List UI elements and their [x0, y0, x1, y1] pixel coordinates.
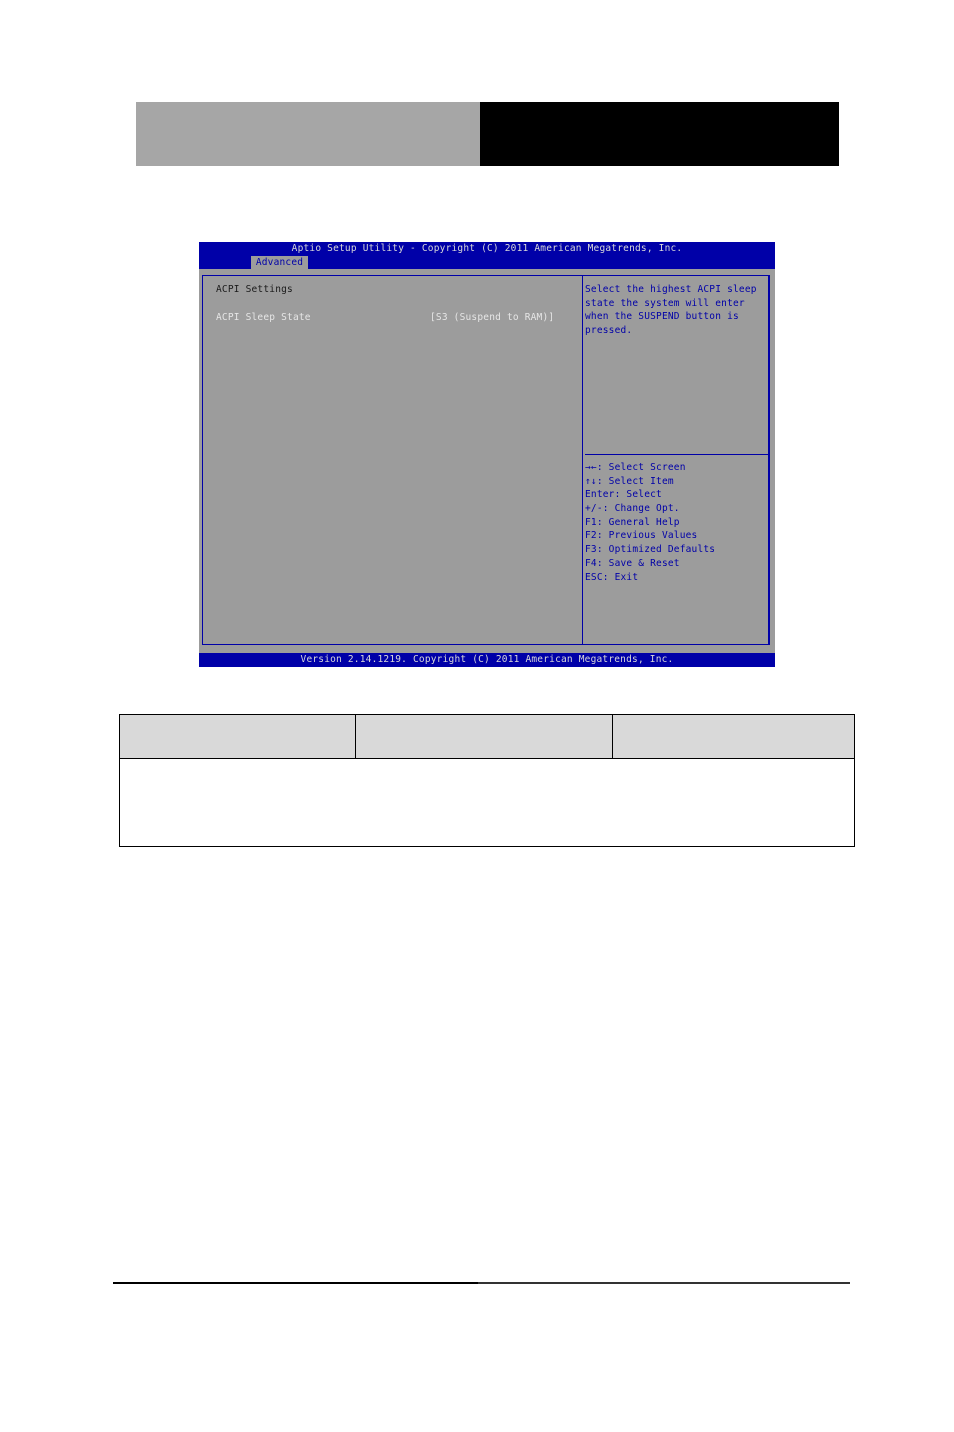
setting-label[interactable]: ACPI Sleep State: [216, 311, 311, 324]
options-table: [119, 713, 855, 847]
bios-setup-screen: Aptio Setup Utility - Copyright (C) 2011…: [199, 242, 775, 667]
bios-title: Aptio Setup Utility - Copyright (C) 2011…: [291, 243, 683, 254]
setting-value[interactable]: [S3 (Suspend to RAM)]: [430, 311, 554, 324]
key-legend-item: →←: Select Screen: [585, 462, 686, 473]
key-legend-item: F1: General Help: [585, 516, 680, 528]
key-legend-item: +/-: Change Opt.: [585, 503, 680, 515]
section-title: ACPI Settings: [216, 284, 293, 295]
key-legend-item: ↑↓: Select Item: [585, 475, 674, 487]
bios-title-bar: Aptio Setup Utility - Copyright (C) 2011…: [199, 242, 775, 269]
key-legend-item: ESC: Exit: [585, 571, 639, 583]
footer-rule-right: [478, 1282, 850, 1284]
table-header-row: [119, 713, 855, 760]
table-header-cell: [355, 713, 613, 760]
help-panel-divider: [585, 454, 769, 455]
table-header-cell: [612, 713, 855, 760]
key-legend-item: F2: Previous Values: [585, 530, 698, 542]
table-row: [119, 758, 855, 847]
key-legend-item: F3: Optimized Defaults: [585, 544, 716, 556]
manual-header-banner-right: [480, 102, 839, 166]
key-legend: →←: Select Screen ↑↓: Select Item Enter:…: [585, 461, 769, 584]
key-legend-item: F4: Save & Reset: [585, 557, 680, 569]
key-legend-item: Enter: Select: [585, 489, 662, 501]
table-description-cell: [119, 758, 855, 847]
help-description: Select the highest ACPI sleep state the …: [585, 284, 757, 337]
footer-rule: [113, 1282, 478, 1284]
bios-version-footer: Version 2.14.1219. Copyright (C) 2011 Am…: [199, 653, 775, 667]
manual-header-banner-left: [136, 102, 480, 166]
bios-panel-divider: [582, 275, 583, 645]
table-header-cell: [119, 713, 356, 760]
tab-advanced[interactable]: Advanced: [251, 256, 308, 269]
